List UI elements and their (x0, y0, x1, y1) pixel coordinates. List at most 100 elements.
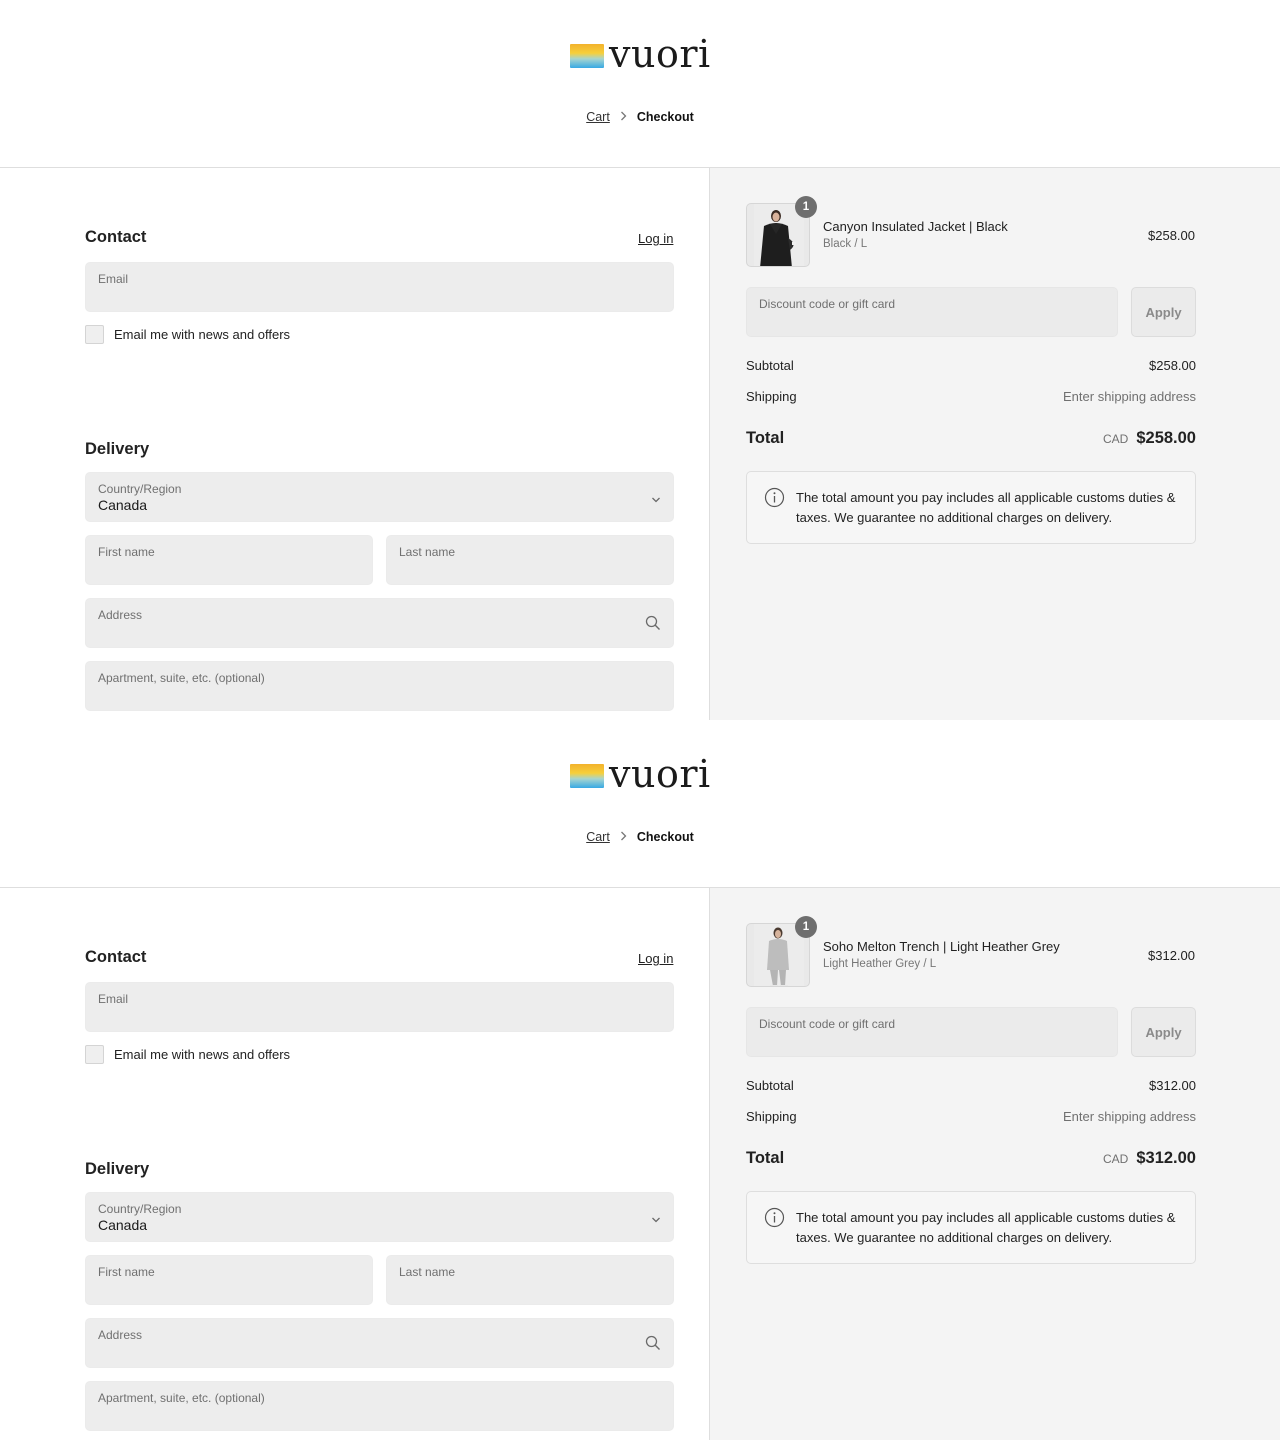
breadcrumb-current: Checkout (636, 110, 694, 124)
total-amount: $312.00 (1136, 1149, 1196, 1167)
contact-title: Contact (85, 228, 147, 246)
country-value: Canada (98, 497, 148, 513)
logo-mark-icon (570, 44, 604, 68)
order-summary: 1 Canyon Insulated Jacket | Black Black … (709, 168, 1280, 720)
subtotal-value: $258.00 (1149, 358, 1196, 373)
apartment-label: Apartment, suite, etc. (optional) (98, 671, 265, 685)
email-field[interactable]: Email (85, 262, 674, 312)
shipping-label: Shipping (746, 389, 797, 404)
chevron-down-icon (651, 491, 661, 509)
chevron-right-icon (620, 831, 627, 844)
breadcrumb-current: Checkout (636, 830, 694, 844)
total-label: Total (746, 1149, 785, 1167)
checkout-page-1: vuori Cart Checkout Contact Log in Email… (0, 0, 1280, 720)
discount-code-field[interactable]: Discount code or gift card (746, 287, 1118, 337)
first-name-label: First name (98, 1265, 155, 1279)
newsletter-checkbox[interactable] (85, 1045, 104, 1064)
info-icon (764, 1207, 785, 1233)
shipping-row: Shipping Enter shipping address (746, 1109, 1196, 1124)
apply-button[interactable]: Apply (1131, 1007, 1196, 1057)
shipping-label: Shipping (746, 1109, 797, 1124)
subtotal-label: Subtotal (746, 1078, 794, 1093)
country-value: Canada (98, 1217, 148, 1233)
first-name-field[interactable]: First name (85, 1255, 373, 1305)
shipping-value: Enter shipping address (1063, 389, 1196, 404)
contact-title: Contact (85, 948, 147, 966)
header: vuori Cart Checkout (0, 720, 1280, 888)
newsletter-label: Email me with news and offers (114, 1047, 291, 1062)
breadcrumb: Cart Checkout (0, 110, 1280, 124)
quantity-badge: 1 (795, 196, 817, 218)
first-name-field[interactable]: First name (85, 535, 373, 585)
duties-notice-text: The total amount you pay includes all ap… (796, 490, 1176, 525)
total-currency: CAD (1103, 1152, 1129, 1166)
email-label: Email (98, 992, 129, 1006)
apartment-field[interactable]: Apartment, suite, etc. (optional) (85, 1381, 674, 1431)
address-field[interactable]: Address (85, 598, 674, 648)
discount-code-field[interactable]: Discount code or gift card (746, 1007, 1118, 1057)
product-name: Canyon Insulated Jacket | Black (823, 219, 1008, 234)
duties-notice-text: The total amount you pay includes all ap… (796, 1210, 1176, 1245)
vuori-logo[interactable]: vuori (570, 32, 711, 76)
email-label: Email (98, 272, 129, 286)
subtotal-label: Subtotal (746, 358, 794, 373)
chevron-down-icon (651, 1211, 661, 1229)
country-select[interactable]: Country/Region Canada (85, 472, 674, 522)
product-name: Soho Melton Trench | Light Heather Grey (823, 939, 1060, 954)
subtotal-row: Subtotal $258.00 (746, 358, 1196, 373)
address-label: Address (98, 608, 143, 622)
breadcrumb-cart-link[interactable]: Cart (586, 110, 610, 124)
logo-wordmark: vuori (609, 32, 711, 76)
country-select[interactable]: Country/Region Canada (85, 1192, 674, 1242)
checkout-form: Contact Log in Email Email me with news … (0, 168, 710, 720)
subtotal-row: Subtotal $312.00 (746, 1078, 1196, 1093)
total-amount: $258.00 (1136, 429, 1196, 447)
total-row: Total CAD $258.00 (746, 429, 1196, 448)
logo-wordmark: vuori (609, 752, 711, 796)
delivery-title: Delivery (85, 440, 150, 458)
country-label: Country/Region (98, 1202, 182, 1216)
vuori-logo[interactable]: vuori (570, 752, 711, 796)
apartment-label: Apartment, suite, etc. (optional) (98, 1391, 265, 1405)
last-name-field[interactable]: Last name (386, 535, 674, 585)
log-in-link[interactable]: Log in (638, 951, 673, 966)
apartment-field[interactable]: Apartment, suite, etc. (optional) (85, 661, 674, 711)
subtotal-value: $312.00 (1149, 1078, 1196, 1093)
breadcrumb: Cart Checkout (0, 830, 1280, 844)
newsletter-label: Email me with news and offers (114, 327, 291, 342)
log-in-link[interactable]: Log in (638, 231, 673, 246)
logo-mark-icon (570, 764, 604, 788)
total-label: Total (746, 429, 785, 447)
quantity-badge: 1 (795, 916, 817, 938)
total-row: Total CAD $312.00 (746, 1149, 1196, 1168)
duties-notice: The total amount you pay includes all ap… (746, 1191, 1196, 1264)
discount-label: Discount code or gift card (759, 297, 896, 311)
breadcrumb-cart-link[interactable]: Cart (586, 830, 610, 844)
checkout-form: Contact Log in Email Email me with news … (0, 888, 710, 1440)
product-variant: Light Heather Grey / L (823, 958, 937, 970)
country-label: Country/Region (98, 482, 182, 496)
newsletter-option[interactable]: Email me with news and offers (85, 325, 290, 344)
shipping-row: Shipping Enter shipping address (746, 389, 1196, 404)
last-name-label: Last name (399, 1265, 456, 1279)
delivery-title: Delivery (85, 1160, 150, 1178)
discount-label: Discount code or gift card (759, 1017, 896, 1031)
last-name-field[interactable]: Last name (386, 1255, 674, 1305)
apply-button[interactable]: Apply (1131, 287, 1196, 337)
product-price: $258.00 (1148, 228, 1195, 243)
shipping-value: Enter shipping address (1063, 1109, 1196, 1124)
address-field[interactable]: Address (85, 1318, 674, 1368)
last-name-label: Last name (399, 545, 456, 559)
newsletter-checkbox[interactable] (85, 325, 104, 344)
header: vuori Cart Checkout (0, 0, 1280, 168)
first-name-label: First name (98, 545, 155, 559)
search-icon (645, 1335, 661, 1356)
search-icon (645, 615, 661, 636)
order-summary: 1 Soho Melton Trench | Light Heather Gre… (709, 888, 1280, 1440)
newsletter-option[interactable]: Email me with news and offers (85, 1045, 290, 1064)
info-icon (764, 487, 785, 513)
email-field[interactable]: Email (85, 982, 674, 1032)
duties-notice: The total amount you pay includes all ap… (746, 471, 1196, 544)
chevron-right-icon (620, 111, 627, 124)
checkout-page-2: vuori Cart Checkout Contact Log in Email… (0, 720, 1280, 1440)
